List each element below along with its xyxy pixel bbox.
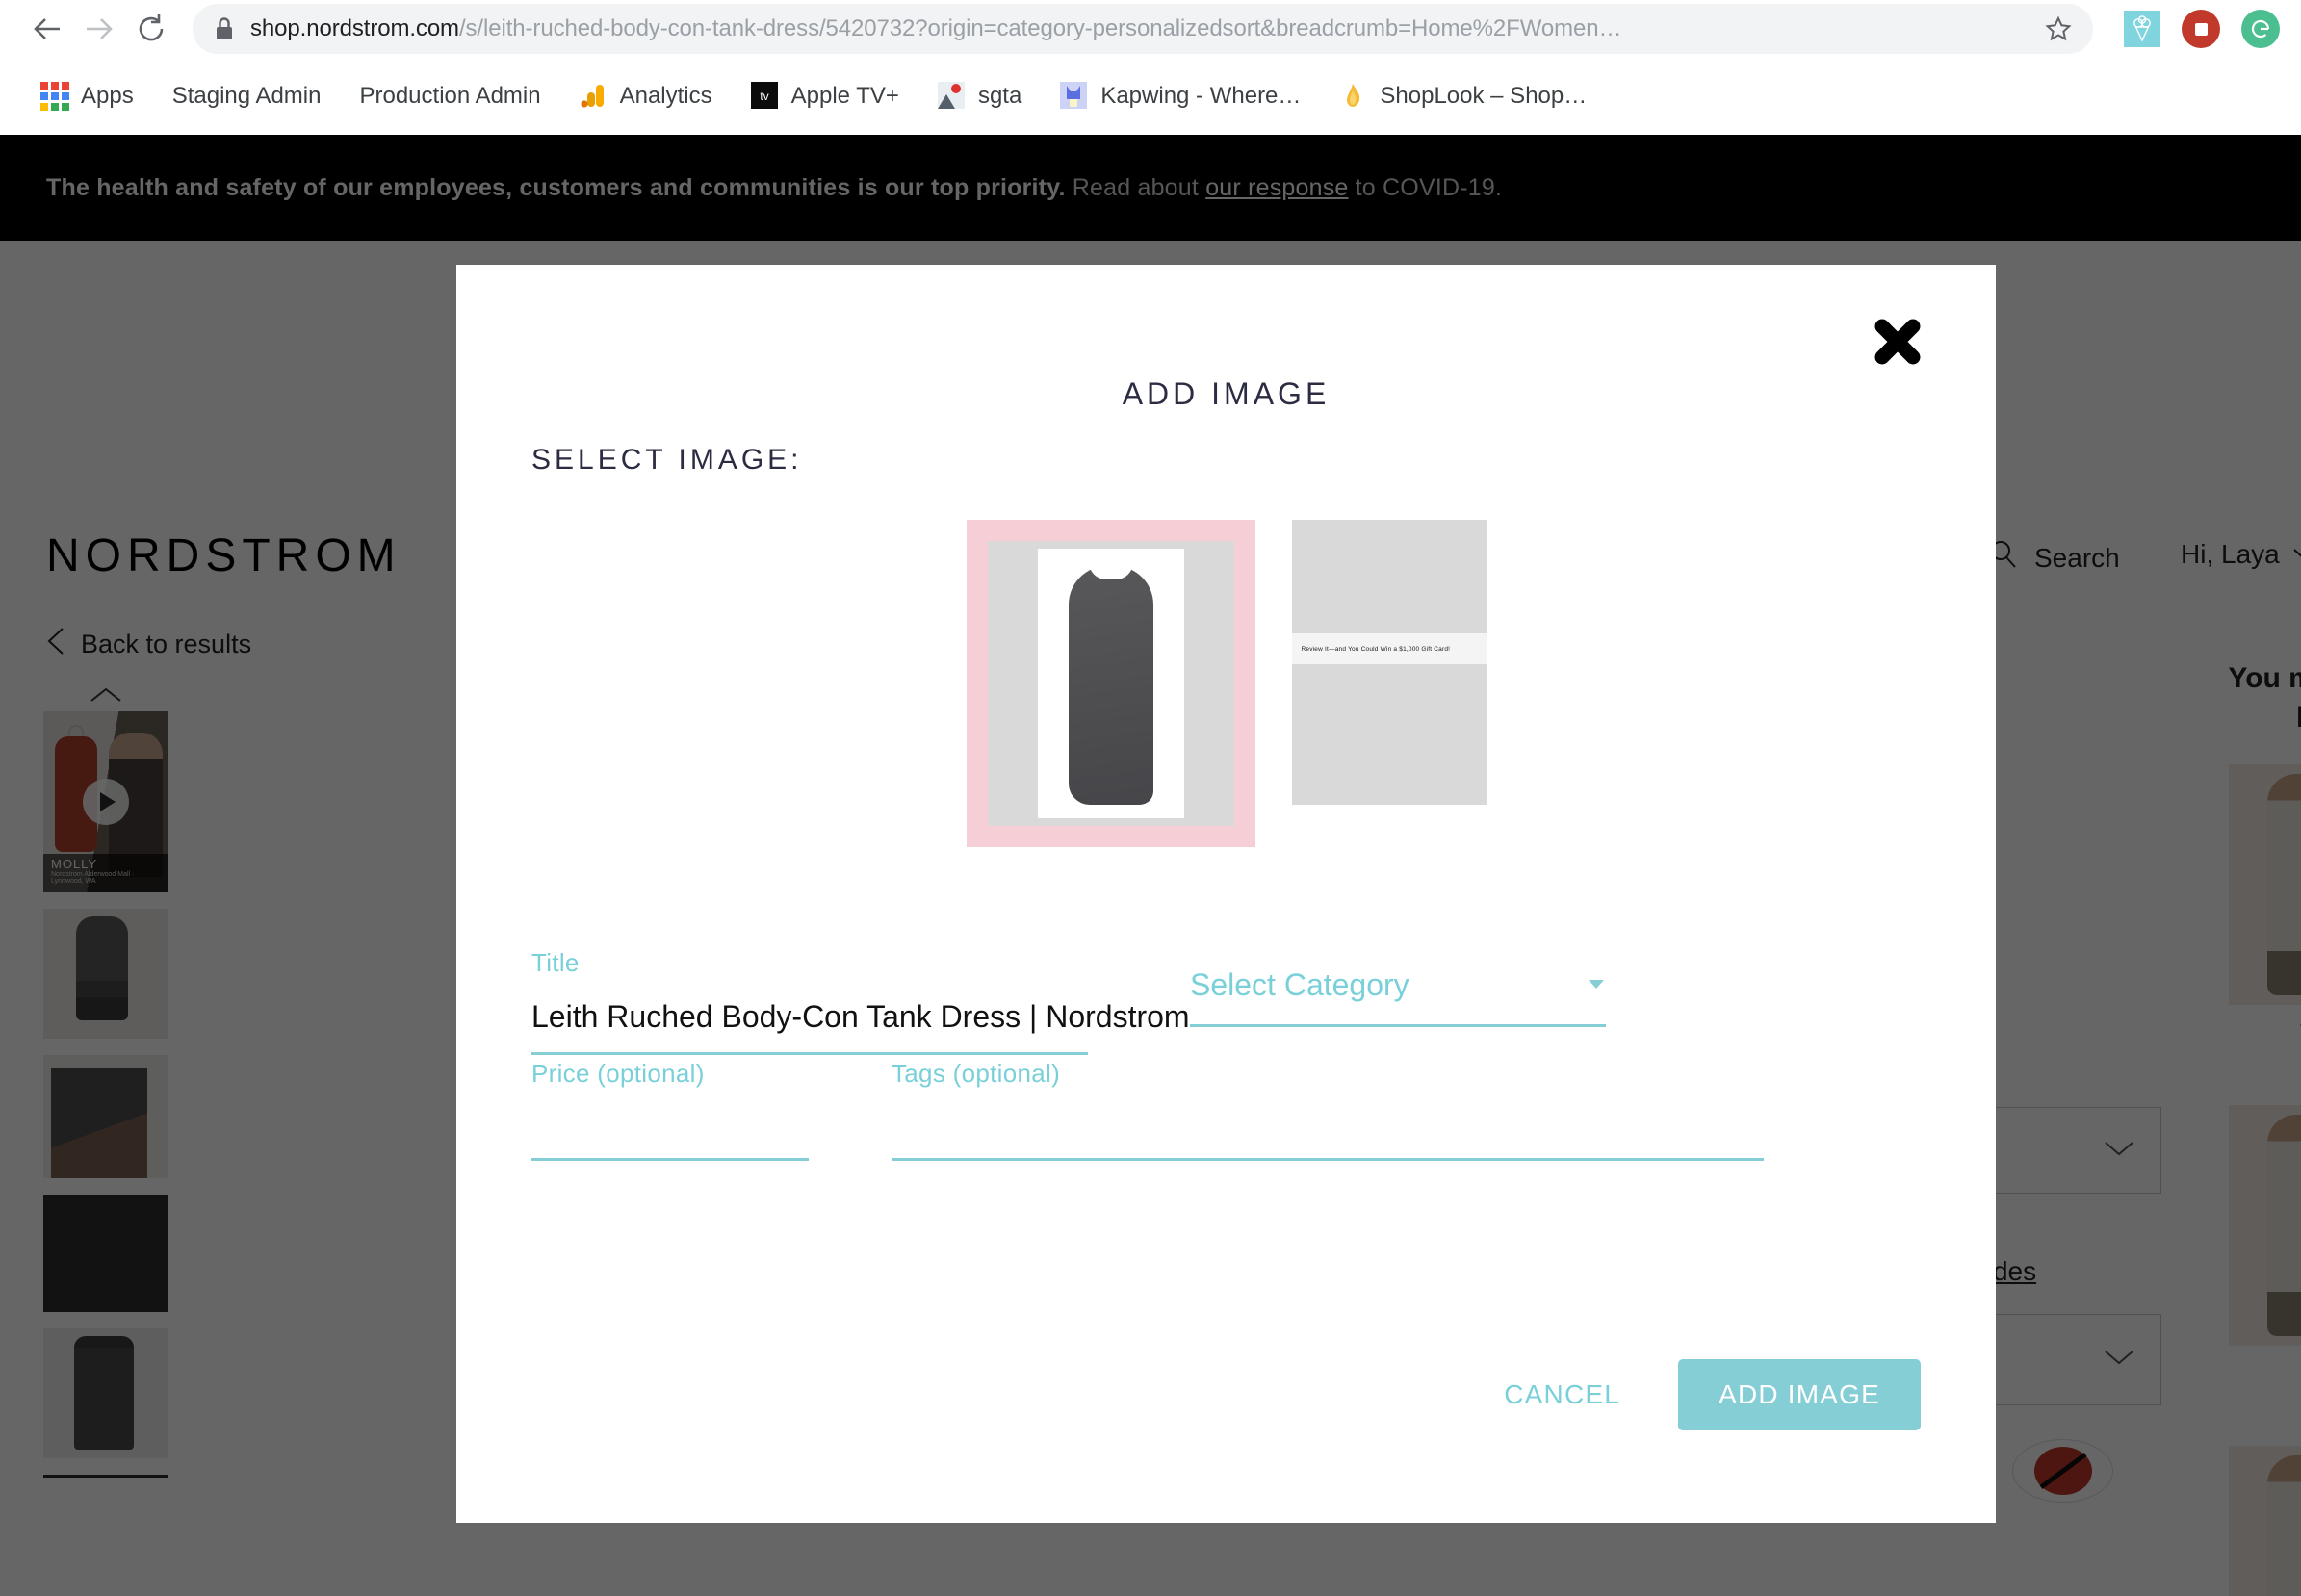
image-choice-selected[interactable] xyxy=(966,520,1255,847)
title-field[interactable]: Title Leith Ruched Body-Con Tank Dress |… xyxy=(531,948,1190,1055)
bookmark-analytics[interactable]: Analytics xyxy=(560,71,732,121)
modal-actions: CANCEL ADD IMAGE xyxy=(1504,1359,1921,1430)
image-choice-caption: Review It—and You Could Win a $1,000 Gif… xyxy=(1301,645,1451,653)
price-field-underline xyxy=(531,1158,809,1161)
bookmark-label: Staging Admin xyxy=(171,83,322,109)
kapwing-icon xyxy=(1060,82,1089,111)
bookmark-label: Kapwing - Where… xyxy=(1100,83,1302,109)
apple-tv-icon: tv xyxy=(750,82,780,111)
forward-arrow-icon[interactable] xyxy=(73,3,125,55)
add-image-modal: ADD IMAGE SELECT IMAGE: Review It—and Yo… xyxy=(456,265,1996,1523)
bookmark-label: sgta xyxy=(977,83,1022,109)
address-bar[interactable]: shop.nordstrom.com/s/leith-ruched-body-c… xyxy=(193,4,2093,54)
tags-field-label: Tags (optional) xyxy=(892,1059,1061,1088)
apps-grid-icon xyxy=(40,82,69,111)
category-select[interactable]: Select Category xyxy=(1190,967,1606,1027)
bookmark-label: Production Admin xyxy=(359,83,541,109)
back-arrow-icon[interactable] xyxy=(21,3,73,55)
product-dress-shape xyxy=(1068,566,1153,805)
category-select-value: Select Category xyxy=(1190,967,1409,1002)
tags-field[interactable]: Tags (optional) xyxy=(892,1059,1764,1161)
bookmark-label: ShopLook – Shop… xyxy=(1380,83,1588,109)
add-image-button[interactable]: ADD IMAGE xyxy=(1678,1359,1921,1430)
star-icon[interactable] xyxy=(2045,15,2072,42)
title-field-underline xyxy=(531,1052,1088,1055)
sgta-icon xyxy=(937,82,967,111)
price-field[interactable]: Price (optional) xyxy=(531,1059,809,1161)
svg-text:tv: tv xyxy=(760,90,768,103)
bookmark-shoplook[interactable]: ShopLook – Shop… xyxy=(1320,71,1606,121)
lock-icon xyxy=(214,16,235,41)
ice-cream-extension-icon[interactable] xyxy=(2124,11,2160,47)
title-field-label: Title xyxy=(531,948,580,977)
category-select-underline xyxy=(1190,1024,1606,1027)
extension-icons xyxy=(2124,10,2280,48)
bookmarks-bar: Apps Staging Admin Production Admin Anal… xyxy=(0,60,2301,133)
cancel-button[interactable]: CANCEL xyxy=(1504,1379,1620,1410)
image-choice-list: Review It—and You Could Win a $1,000 Gif… xyxy=(456,520,1996,847)
bookmark-label: Analytics xyxy=(619,83,712,109)
bookmark-apps[interactable]: Apps xyxy=(21,71,153,121)
record-extension-icon[interactable] xyxy=(2182,10,2220,48)
bookmark-kapwing[interactable]: Kapwing - Where… xyxy=(1041,71,1320,121)
bookmark-staging-admin[interactable]: Staging Admin xyxy=(153,71,341,121)
grammarly-extension-icon[interactable] xyxy=(2241,10,2280,48)
bookmark-apple-tv[interactable]: tv Apple TV+ xyxy=(732,71,918,121)
bookmark-label: Apps xyxy=(81,83,134,109)
reload-icon[interactable] xyxy=(125,3,177,55)
analytics-icon xyxy=(580,82,608,111)
close-icon[interactable] xyxy=(1867,311,1928,373)
modal-title: ADD IMAGE xyxy=(1122,376,1331,411)
image-choice-caption-band: Review It—and You Could Win a $1,000 Gif… xyxy=(1291,633,1487,664)
chevron-down-icon xyxy=(1587,975,1606,995)
bookmark-label: Apple TV+ xyxy=(790,83,899,109)
image-choice-secondary[interactable]: Review It—and You Could Win a $1,000 Gif… xyxy=(1291,520,1487,847)
shoplook-icon xyxy=(1339,82,1368,111)
bookmark-sgta[interactable]: sgta xyxy=(918,71,1041,121)
browser-chrome: shop.nordstrom.com/s/leith-ruched-body-c… xyxy=(0,0,2301,135)
tags-field-underline xyxy=(892,1158,1764,1161)
title-field-value[interactable]: Leith Ruched Body-Con Tank Dress | Nords… xyxy=(531,999,1190,1035)
bookmark-production-admin[interactable]: Production Admin xyxy=(340,71,559,121)
address-bar-url: shop.nordstrom.com/s/leith-ruched-body-c… xyxy=(250,15,2031,42)
url-path: /s/leith-ruched-body-con-tank-dress/5420… xyxy=(458,15,1622,41)
url-host: shop.nordstrom.com xyxy=(250,15,459,41)
price-field-label: Price (optional) xyxy=(531,1059,705,1088)
select-image-label: SELECT IMAGE: xyxy=(531,444,803,476)
omnibox-row: shop.nordstrom.com/s/leith-ruched-body-c… xyxy=(0,0,2301,58)
